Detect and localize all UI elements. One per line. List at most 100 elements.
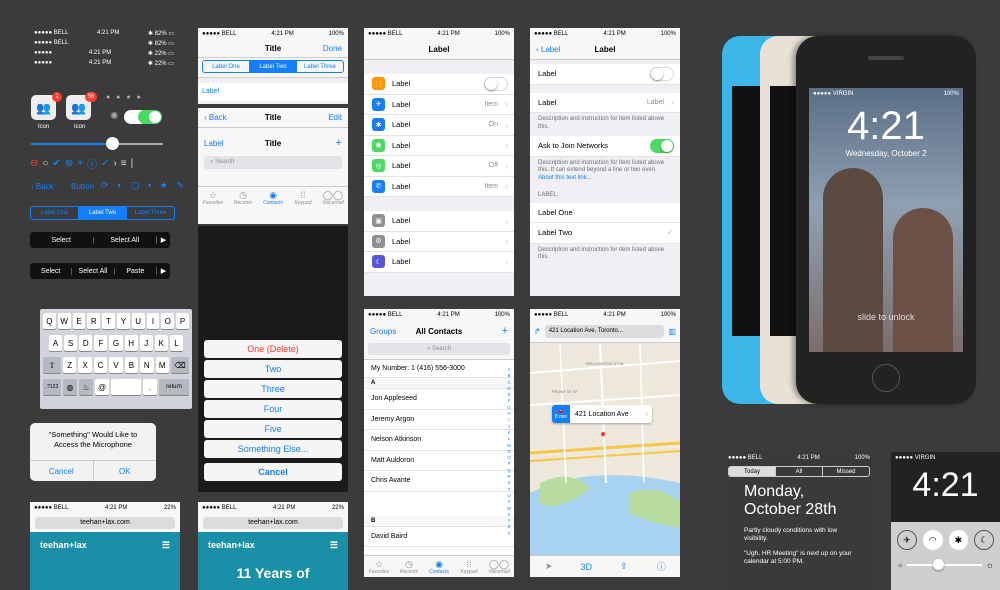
menu-select-all[interactable]: Select All bbox=[94, 237, 157, 244]
tab-voicemail[interactable]: ◯◯ Voicemail bbox=[484, 556, 514, 577]
back-button[interactable]: ‹ Back bbox=[31, 182, 54, 191]
seg-option-3[interactable]: Label Three bbox=[127, 207, 174, 219]
menu-arrow-icon[interactable]: ▶ bbox=[155, 267, 170, 275]
key-f[interactable]: F bbox=[94, 335, 108, 351]
text-button[interactable]: Button bbox=[71, 182, 94, 191]
key-h[interactable]: H bbox=[124, 335, 138, 351]
home-button[interactable] bbox=[872, 364, 900, 392]
info-icon[interactable]: ⓘ bbox=[643, 560, 681, 573]
slide-to-unlock[interactable]: slide to unlock bbox=[809, 312, 963, 322]
tab-contacts[interactable]: ◉ Contacts bbox=[258, 187, 288, 208]
settings-row[interactable]: ✱ Label On › bbox=[364, 115, 514, 136]
map-pin-icon[interactable]: ● bbox=[600, 429, 606, 440]
key-n[interactable]: N bbox=[140, 357, 154, 373]
contact-row[interactable]: Jon Appleseed bbox=[364, 389, 514, 410]
key-d[interactable]: D bbox=[79, 335, 93, 351]
airplane-icon[interactable]: ✈ bbox=[897, 530, 917, 550]
tab-all[interactable]: All bbox=[775, 467, 822, 476]
tab-keypad[interactable]: ⁞⁞ Keypad bbox=[454, 556, 484, 577]
key-g[interactable]: G bbox=[109, 335, 123, 351]
toggle-off[interactable] bbox=[484, 77, 508, 91]
action-three[interactable]: Three bbox=[204, 380, 342, 398]
key-u[interactable]: U bbox=[131, 313, 145, 329]
menu-select[interactable]: Select bbox=[30, 236, 94, 244]
tab-keypad[interactable]: ⁞⁞ Keypad bbox=[288, 187, 318, 208]
car-icon[interactable]: 🚗 8 min bbox=[552, 405, 570, 423]
bluetooth-icon[interactable]: ✱ bbox=[948, 530, 969, 550]
action-delete[interactable]: One (Delete) bbox=[204, 340, 342, 358]
seg-option-1[interactable]: Label One bbox=[31, 207, 79, 219]
done-button[interactable]: Done bbox=[323, 44, 342, 53]
settings-row[interactable]: ◉ Label › bbox=[364, 135, 514, 156]
key-e[interactable]: E bbox=[72, 313, 86, 329]
map-callout[interactable]: 🚗 8 min 421 Location Ave › bbox=[552, 405, 652, 423]
key-s[interactable]: S bbox=[64, 335, 78, 351]
label-button[interactable]: Label bbox=[204, 139, 224, 148]
menu-arrow-icon[interactable]: ▶ bbox=[156, 236, 170, 244]
seg-option-1[interactable]: Label One bbox=[203, 61, 250, 72]
contact-row[interactable]: David Baird bbox=[364, 526, 514, 547]
3d-button[interactable]: 3D bbox=[568, 562, 606, 572]
add-icon[interactable]: + bbox=[336, 137, 342, 149]
key-a[interactable]: A bbox=[49, 335, 63, 351]
share-icon[interactable]: ⇪ bbox=[605, 561, 643, 572]
segmented-control-dark[interactable]: Label One Label Two Label Three bbox=[30, 206, 175, 220]
address-field[interactable]: 421 Location Ave, Toronto... bbox=[544, 325, 665, 338]
key-i[interactable]: I bbox=[146, 313, 160, 329]
key-k[interactable]: K bbox=[154, 335, 168, 351]
bookmarks-icon[interactable]: ▥ bbox=[668, 327, 676, 336]
settings-row[interactable]: ✆ Label Item › bbox=[364, 176, 514, 197]
wifi-icon[interactable]: ◠ bbox=[922, 530, 943, 550]
action-cancel[interactable]: Cancel bbox=[204, 463, 342, 481]
ask-to-join-row[interactable]: Ask to Join Networks bbox=[530, 136, 680, 157]
search-field[interactable]: ⌕ Search bbox=[204, 156, 342, 169]
index-letter[interactable]: # bbox=[506, 531, 512, 537]
moon-icon[interactable]: ☾ bbox=[974, 530, 994, 550]
contact-row[interactable]: Chris Avante bbox=[364, 471, 514, 492]
groups-button[interactable]: Groups bbox=[370, 327, 396, 336]
shift-key[interactable]: ⇧ bbox=[43, 357, 61, 373]
tab-recents[interactable]: ◷ Recents bbox=[228, 187, 258, 208]
alert-ok-button[interactable]: OK bbox=[94, 461, 157, 481]
nav-segmented-control[interactable]: Label One Label Two Label Three bbox=[202, 60, 344, 73]
brand-logo[interactable]: teehan+lax bbox=[40, 540, 87, 551]
at-key[interactable]: @ bbox=[95, 379, 109, 395]
delete-key[interactable]: ⌫ bbox=[171, 357, 189, 373]
space-key[interactable] bbox=[111, 379, 141, 395]
globe-icon[interactable]: ◍ bbox=[63, 379, 77, 395]
key-j[interactable]: J bbox=[139, 335, 153, 351]
menu-paste[interactable]: Paste bbox=[115, 268, 156, 275]
action-something-else[interactable]: Something Else... bbox=[204, 440, 342, 458]
tab-favorites[interactable]: ☆ Favorites bbox=[364, 556, 394, 577]
detail-toggle-row[interactable]: Label bbox=[530, 64, 680, 85]
mic-icon[interactable]: ♨ bbox=[79, 379, 93, 395]
toggle-on[interactable] bbox=[138, 110, 162, 124]
add-contact-button[interactable]: + bbox=[502, 325, 508, 337]
detail-value-row[interactable]: Label Label › bbox=[530, 92, 680, 113]
key-m[interactable]: M bbox=[155, 357, 169, 373]
key-q[interactable]: Q bbox=[43, 313, 56, 329]
key-l[interactable]: L bbox=[169, 335, 183, 351]
tab-favorites[interactable]: ☆ Favorites bbox=[198, 187, 228, 208]
settings-row[interactable]: ◎ Label Off › bbox=[364, 156, 514, 177]
menu-select[interactable]: Select bbox=[30, 267, 73, 275]
key-c[interactable]: C bbox=[93, 357, 108, 373]
action-five[interactable]: Five bbox=[204, 420, 342, 438]
key-r[interactable]: R bbox=[87, 313, 101, 329]
url-bar[interactable]: teehan+lax.com bbox=[35, 517, 175, 529]
alert-cancel-button[interactable]: Cancel bbox=[30, 461, 94, 481]
tab-today[interactable]: Today bbox=[729, 467, 775, 476]
settings-row[interactable]: ▣ Label › bbox=[364, 211, 514, 232]
settings-row[interactable]: ✈ Label Item › bbox=[364, 94, 514, 115]
key-t[interactable]: T bbox=[102, 313, 115, 329]
key-p[interactable]: P bbox=[176, 313, 189, 329]
directions-icon[interactable]: ↱ bbox=[534, 327, 541, 336]
menu-select-all[interactable]: Select All bbox=[72, 267, 115, 275]
seg-option-3[interactable]: Label Three bbox=[297, 61, 343, 72]
text-link[interactable]: About this text link... bbox=[538, 175, 592, 181]
back-button[interactable]: ‹ Back bbox=[204, 113, 227, 122]
option-one[interactable]: Label One bbox=[530, 202, 680, 223]
settings-row[interactable]: ☾ Label › bbox=[364, 252, 514, 273]
label-link[interactable]: Label bbox=[198, 83, 348, 101]
action-four[interactable]: Four bbox=[204, 400, 342, 418]
